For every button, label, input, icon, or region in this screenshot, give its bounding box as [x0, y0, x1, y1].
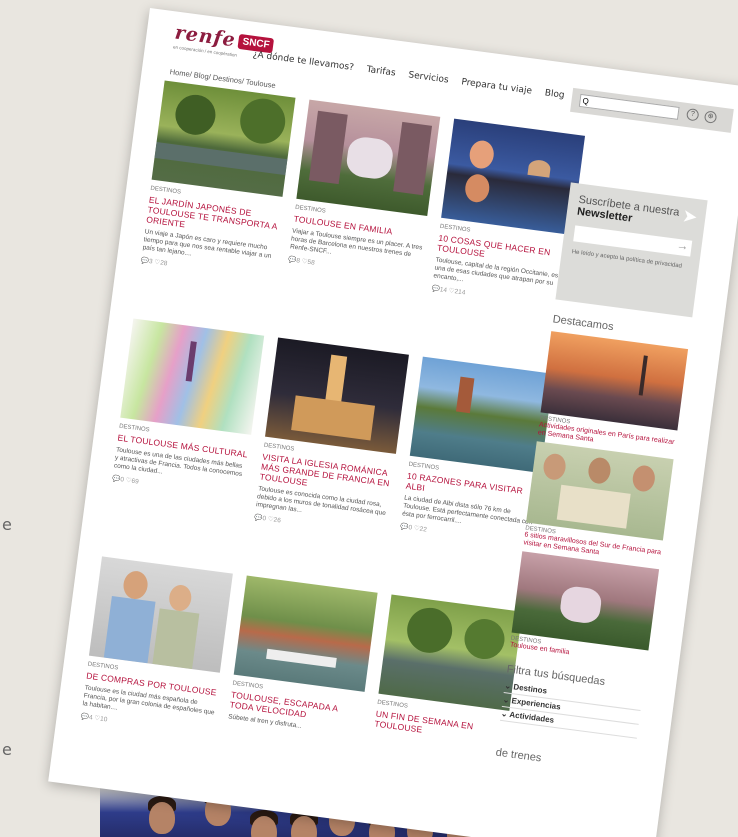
- blog-card[interactable]: DESTINOS DE COMPRAS POR TOULOUSE Toulous…: [80, 556, 233, 737]
- featured-image: [526, 441, 674, 541]
- card-image: [151, 80, 296, 197]
- main-nav: ¿A dónde te llevamos? Tarifas Servicios …: [252, 50, 565, 101]
- card-image: [233, 575, 378, 692]
- help-icon[interactable]: ?: [685, 108, 700, 122]
- printed-webpage: renfe SNCF en cooperación / en coopératio…: [48, 8, 738, 837]
- featured-image: [511, 551, 660, 651]
- submit-arrow-icon[interactable]: →: [676, 238, 690, 253]
- search-input[interactable]: Q: [578, 93, 680, 120]
- paper-plane-icon: ➤: [681, 205, 699, 228]
- blog-card[interactable]: DESTINOS EL TOULOUSE MÁS CULTURAL Toulou…: [112, 318, 265, 499]
- trains-heading: de trenes: [494, 746, 543, 765]
- card-image: [296, 99, 441, 216]
- search-bar: Q ? ⊕: [570, 87, 734, 133]
- card-image: [120, 318, 265, 435]
- card-image: [88, 556, 233, 673]
- nav-item-blog[interactable]: Blog: [544, 88, 565, 101]
- featured-image: [540, 331, 689, 431]
- card-image: [441, 118, 586, 236]
- blog-card[interactable]: DESTINOS TOULOUSE EN FAMILIA Viajar a To…: [288, 99, 441, 281]
- newsletter-box: ➤ Suscríbete a nuestra Newsletter → He l…: [555, 182, 708, 318]
- edge-letter: e: [2, 515, 12, 534]
- nav-item-prepara[interactable]: Prepara tu viaje: [461, 77, 533, 96]
- blog-card[interactable]: DESTINOS TOULOUSE, ESCAPADA A TODA VELOC…: [227, 575, 378, 742]
- blog-card[interactable]: DESTINOS VISITA LA IGLESIA ROMÁNICA MÁS …: [254, 337, 409, 539]
- featured-item[interactable]: DESTINOS Actividades originales en París…: [537, 331, 689, 455]
- featured-item[interactable]: DESTINOS Toulouse en familia: [509, 551, 660, 667]
- blog-card[interactable]: DESTINOS EL JARDÍN JAPONÉS DE TOULOUSE T…: [141, 80, 296, 282]
- nav-item-servicios[interactable]: Servicios: [408, 70, 449, 85]
- card-image: [409, 356, 554, 473]
- card-image: [378, 594, 523, 711]
- nav-item-destinos[interactable]: ¿A dónde te llevamos?: [252, 50, 354, 73]
- language-icon[interactable]: ⊕: [703, 110, 718, 124]
- nav-item-tarifas[interactable]: Tarifas: [366, 65, 396, 79]
- featured-item[interactable]: DESTINOS 6 sitios maravillosos del Sur d…: [523, 441, 674, 565]
- card-image: [265, 337, 409, 454]
- edge-letter: e: [2, 740, 12, 759]
